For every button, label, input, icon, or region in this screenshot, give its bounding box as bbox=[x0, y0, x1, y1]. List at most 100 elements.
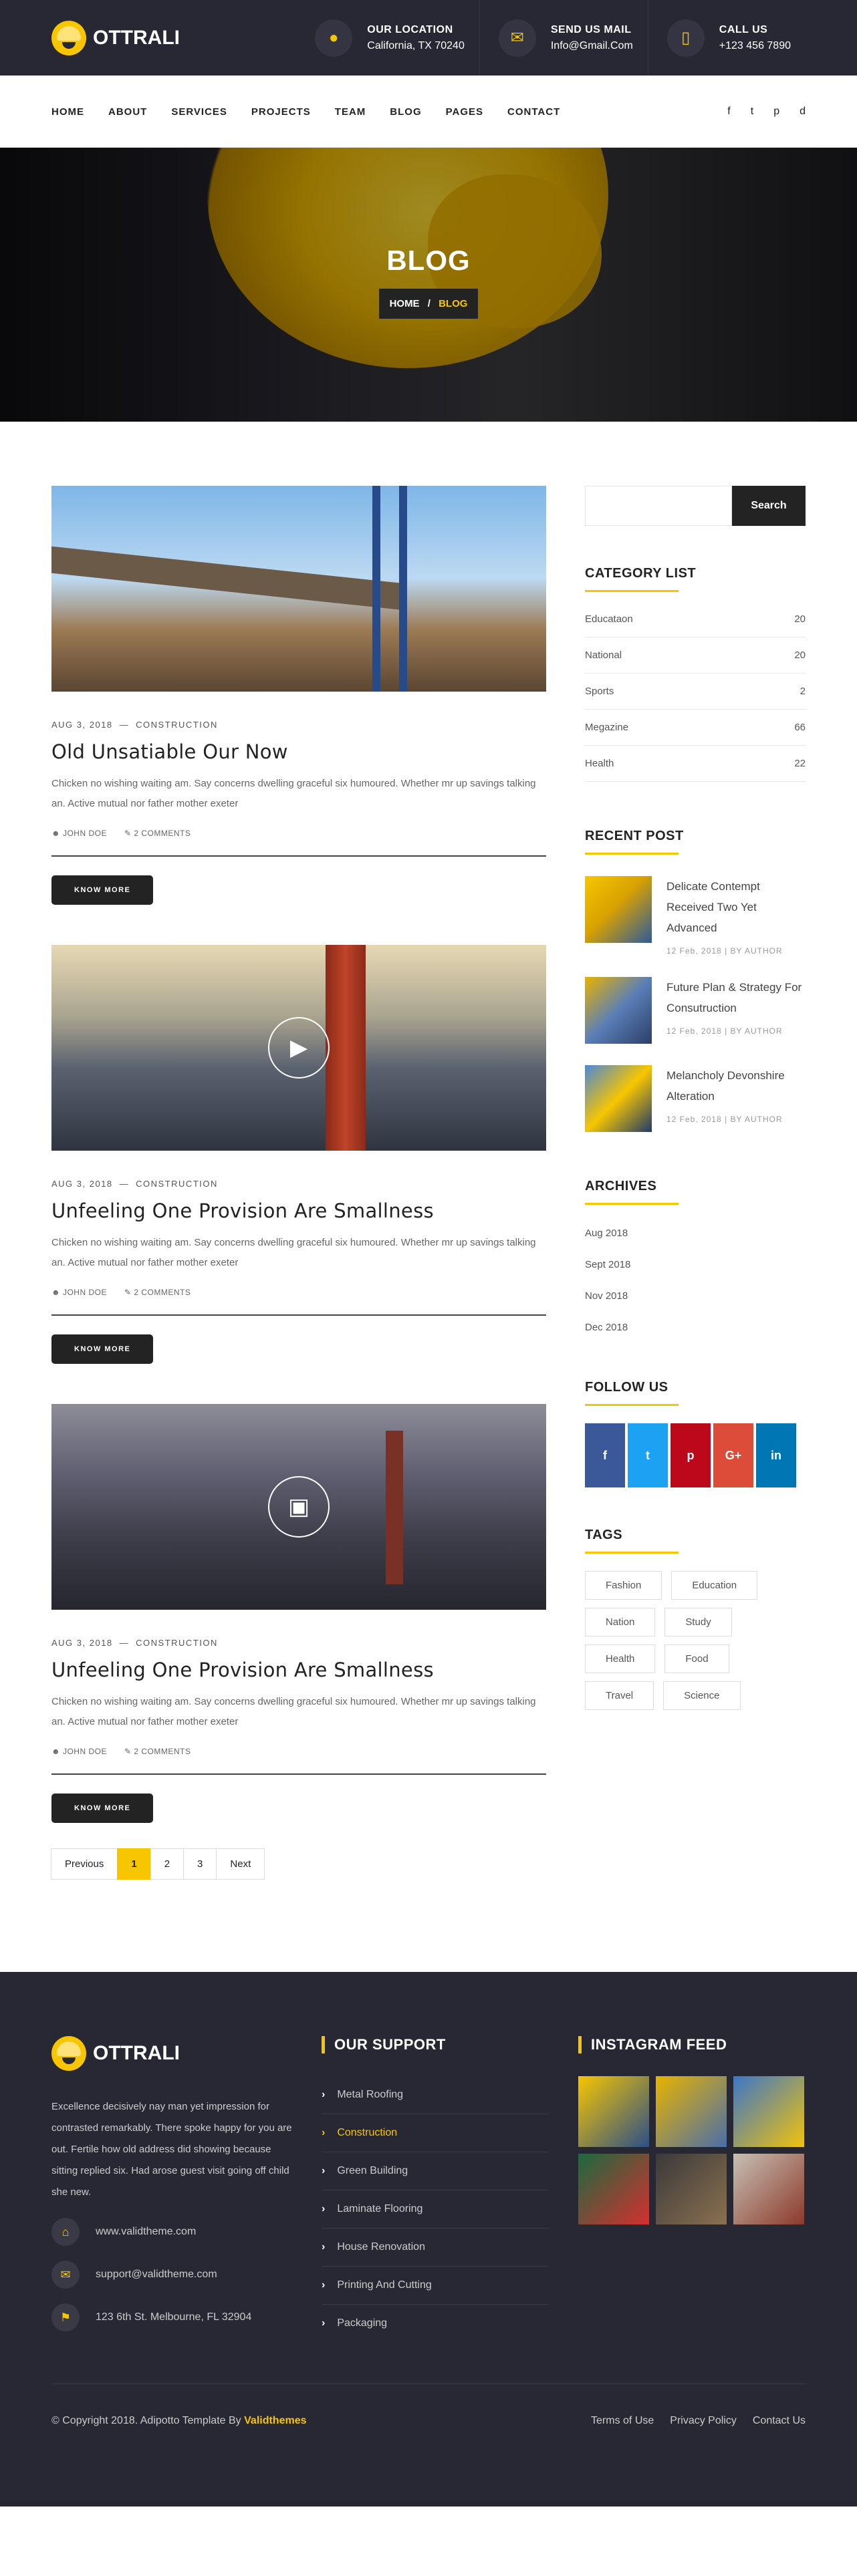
footer-link-privacy[interactable]: Privacy Policy bbox=[670, 2415, 737, 2427]
pinterest-icon[interactable]: p bbox=[670, 1423, 711, 1487]
author[interactable]: ☻ JOHN DOE bbox=[51, 1288, 107, 1297]
recent-post-heading[interactable]: Future Plan & Strategy For Consutruction bbox=[666, 977, 806, 1018]
nav-item-team[interactable]: TEAM bbox=[335, 106, 366, 118]
support-link[interactable]: Packaging bbox=[322, 2305, 549, 2342]
google-plus-icon[interactable]: G+ bbox=[713, 1423, 753, 1487]
tag[interactable]: Science bbox=[663, 1681, 741, 1710]
nav-item-projects[interactable]: PROJECTS bbox=[251, 106, 311, 118]
twitter-icon[interactable]: t bbox=[751, 106, 753, 118]
dribbble-icon[interactable]: d bbox=[800, 106, 806, 118]
category-item[interactable]: Educataon 20 bbox=[585, 601, 806, 637]
tag[interactable]: Education bbox=[671, 1571, 758, 1600]
post-image[interactable]: ▣ bbox=[51, 1404, 546, 1610]
comments[interactable]: ✎ 2 COMMENTS bbox=[124, 1288, 191, 1297]
category-item[interactable]: Megazine 66 bbox=[585, 710, 806, 746]
archive-item[interactable]: Aug 2018 bbox=[585, 1228, 806, 1239]
nav-item-services[interactable]: SERVICES bbox=[171, 106, 227, 118]
support-link[interactable]: Construction bbox=[322, 2114, 549, 2152]
pagination-page-3[interactable]: 3 bbox=[183, 1848, 217, 1880]
post-title[interactable]: Old Unsatiable Our Now bbox=[51, 740, 546, 763]
post-list: AUG 3, 2018— CONSTRUCTION Old Unsatiable … bbox=[51, 486, 546, 1880]
instagram-photo[interactable] bbox=[733, 2154, 804, 2225]
category-item[interactable]: National 20 bbox=[585, 637, 806, 674]
gallery-icon[interactable]: ▣ bbox=[268, 1476, 330, 1538]
instagram-photo[interactable] bbox=[578, 2154, 649, 2225]
video-icon[interactable]: ▶ bbox=[268, 1017, 330, 1079]
archive-item[interactable]: Dec 2018 bbox=[585, 1322, 806, 1333]
facebook-icon[interactable]: f bbox=[727, 106, 730, 118]
support-link[interactable]: Printing And Cutting bbox=[322, 2267, 549, 2305]
tag[interactable]: Food bbox=[664, 1644, 729, 1673]
pinterest-icon[interactable]: p bbox=[773, 106, 779, 118]
footer-email-text[interactable]: support@validtheme.com bbox=[96, 2269, 217, 2281]
site-logo[interactable]: OTTRALI bbox=[51, 20, 180, 55]
twitter-icon[interactable]: t bbox=[628, 1423, 668, 1487]
footer-logo[interactable]: OTTRALI bbox=[51, 2036, 292, 2071]
post-excerpt: Chicken no wishing waiting am. Say conce… bbox=[51, 1696, 536, 1727]
author[interactable]: ☻ JOHN DOE bbox=[51, 829, 107, 838]
comments-icon: ✎ bbox=[124, 1288, 134, 1297]
instagram-photo[interactable] bbox=[656, 2154, 727, 2225]
post-title[interactable]: Unfeeling One Provision Are Smallness bbox=[51, 1659, 546, 1681]
post-image[interactable]: ▶ bbox=[51, 945, 546, 1151]
call-value[interactable]: +123 456 7890 bbox=[719, 40, 791, 52]
recent-post-heading[interactable]: Melancholy Devonshire Alteration bbox=[666, 1065, 806, 1107]
support-link[interactable]: Laminate Flooring bbox=[322, 2190, 549, 2229]
footer-link-contact[interactable]: Contact Us bbox=[753, 2415, 806, 2427]
page-title: BLOG bbox=[386, 245, 471, 276]
recent-post-thumb[interactable] bbox=[585, 1065, 652, 1132]
post-category[interactable]: CONSTRUCTION bbox=[136, 1638, 218, 1648]
footer-link-terms[interactable]: Terms of Use bbox=[591, 2415, 654, 2427]
linkedin-icon[interactable]: in bbox=[756, 1423, 796, 1487]
author[interactable]: ☻ JOHN DOE bbox=[51, 1747, 107, 1756]
comments[interactable]: ✎ 2 COMMENTS bbox=[124, 829, 191, 838]
know-more-button[interactable]: KNOW MORE bbox=[51, 1334, 154, 1364]
search-button[interactable]: Search bbox=[732, 486, 806, 526]
support-link[interactable]: Metal Roofing bbox=[322, 2076, 549, 2114]
category-item[interactable]: Sports 2 bbox=[585, 674, 806, 710]
copyright-brand-link[interactable]: Validthemes bbox=[244, 2415, 306, 2426]
recent-post-thumb[interactable] bbox=[585, 977, 652, 1044]
comments[interactable]: ✎ 2 COMMENTS bbox=[124, 1747, 191, 1756]
tag[interactable]: Study bbox=[664, 1608, 732, 1636]
blog-post: ▣ AUG 3, 2018— CONSTRUCTION Unfeeling One… bbox=[51, 1404, 546, 1823]
post-category[interactable]: CONSTRUCTION bbox=[136, 720, 218, 730]
recent-post-thumb[interactable] bbox=[585, 876, 652, 943]
facebook-icon[interactable]: f bbox=[585, 1423, 625, 1487]
breadcrumb-home[interactable]: HOME bbox=[390, 298, 420, 309]
know-more-button[interactable]: KNOW MORE bbox=[51, 875, 154, 905]
search-input[interactable] bbox=[585, 486, 732, 526]
instagram-photo[interactable] bbox=[656, 2076, 727, 2147]
category-item[interactable]: Health 22 bbox=[585, 746, 806, 782]
archive-item[interactable]: Nov 2018 bbox=[585, 1290, 806, 1302]
instagram-grid bbox=[578, 2076, 806, 2225]
recent-post-heading[interactable]: Delicate Contempt Received Two Yet Advan… bbox=[666, 876, 806, 938]
mail-value[interactable]: Info@Gmail.Com bbox=[551, 40, 633, 52]
pagination-next[interactable]: Next bbox=[216, 1848, 265, 1880]
pagination-page-2[interactable]: 2 bbox=[150, 1848, 185, 1880]
nav-item-pages[interactable]: PAGES bbox=[446, 106, 483, 118]
nav-item-contact[interactable]: CONTACT bbox=[507, 106, 560, 118]
support-link[interactable]: Green Building bbox=[322, 2152, 549, 2190]
tag[interactable]: Nation bbox=[585, 1608, 656, 1636]
support-link[interactable]: House Renovation bbox=[322, 2229, 549, 2267]
pagination-previous[interactable]: Previous bbox=[51, 1848, 118, 1880]
tag[interactable]: Travel bbox=[585, 1681, 654, 1710]
tag[interactable]: Fashion bbox=[585, 1571, 662, 1600]
footer-website-text[interactable]: www.validtheme.com bbox=[96, 2226, 196, 2238]
nav-item-about[interactable]: ABOUT bbox=[108, 106, 147, 118]
follow-buttons: f t p G+ in bbox=[585, 1423, 806, 1487]
post-image[interactable] bbox=[51, 486, 546, 692]
nav-item-home[interactable]: HOME bbox=[51, 106, 84, 118]
post-category[interactable]: CONSTRUCTION bbox=[136, 1179, 218, 1189]
archive-item[interactable]: Sept 2018 bbox=[585, 1259, 806, 1270]
pagination-page-1[interactable]: 1 bbox=[117, 1848, 151, 1880]
comments-count: 2 COMMENTS bbox=[134, 829, 191, 838]
know-more-button[interactable]: KNOW MORE bbox=[51, 1794, 154, 1823]
footer-brand-name: OTTRALI bbox=[93, 2042, 180, 2064]
instagram-photo[interactable] bbox=[733, 2076, 804, 2147]
nav-item-blog[interactable]: BLOG bbox=[390, 106, 421, 118]
instagram-photo[interactable] bbox=[578, 2076, 649, 2147]
post-title[interactable]: Unfeeling One Provision Are Smallness bbox=[51, 1199, 546, 1222]
tag[interactable]: Health bbox=[585, 1644, 656, 1673]
